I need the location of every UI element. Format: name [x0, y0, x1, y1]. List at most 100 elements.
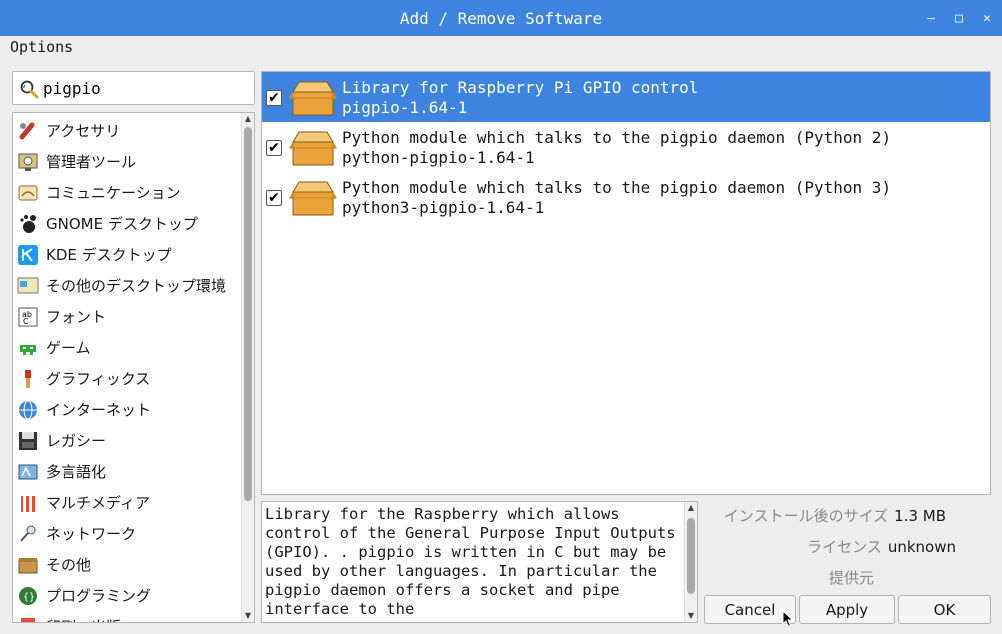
communication-icon: [16, 181, 40, 205]
category-label: その他のデスクトップ環境: [46, 277, 227, 295]
window-controls: – □ ✕: [924, 0, 994, 36]
category-item[interactable]: インターネット: [13, 394, 242, 425]
provider-row: 提供元: [829, 567, 880, 589]
category-label: GNOME デスクトップ: [46, 215, 198, 233]
category-item[interactable]: ゲーム: [13, 332, 242, 363]
package-box-icon: [289, 78, 337, 118]
category-item[interactable]: その他: [13, 549, 242, 580]
game-icon: [16, 336, 40, 360]
license-row: ライセンス unknown: [807, 536, 956, 558]
description-scrollbar[interactable]: ▲ ▼: [684, 502, 697, 622]
menu-options[interactable]: Options: [10, 38, 73, 56]
category-item[interactable]: ab C フォント: [13, 301, 242, 332]
category-item[interactable]: 印刷・出版: [13, 611, 242, 622]
package-summary: Python module which talks to the pigpio …: [342, 178, 892, 197]
package-id: python-pigpio-1.64-1: [342, 148, 535, 167]
network-icon: [16, 522, 40, 546]
search-input[interactable]: [43, 77, 248, 99]
mouse-cursor-icon: [782, 610, 794, 628]
menu-bar: Options: [0, 36, 1002, 60]
category-item[interactable]: レガシー: [13, 425, 242, 456]
category-label: 印刷・出版: [46, 616, 121, 622]
provider-label: 提供元: [828, 569, 874, 587]
accessories-icon: [16, 119, 40, 143]
gnome-icon: [16, 212, 40, 236]
package-checkbox[interactable]: ✔: [266, 190, 282, 206]
category-label: マルチメディア: [46, 494, 150, 512]
installed-size-row: インストール後のサイズ 1.3 MB: [724, 505, 946, 527]
package-row[interactable]: ✔ Python module which talks to the pigpio…: [262, 122, 990, 172]
category-item[interactable]: GNOME デスクトップ: [13, 208, 242, 239]
scroll-down-icon[interactable]: ▼: [685, 610, 697, 622]
package-summary: Python module which talks to the pigpio …: [342, 128, 892, 147]
legacy-icon: [16, 429, 40, 453]
graphics-icon: [16, 367, 40, 391]
category-item[interactable]: KDE デスクトップ: [13, 239, 242, 270]
category-item[interactable]: 管理者ツール: [13, 146, 242, 177]
category-scrollbar[interactable]: ▲ ▼: [241, 113, 254, 622]
svg-text:{}: {}: [23, 592, 35, 603]
package-summary: Library for Raspberry Pi GPIO control: [342, 78, 699, 97]
internet-icon: [16, 398, 40, 422]
scroll-thumb[interactable]: [687, 518, 695, 594]
scroll-up-icon[interactable]: ▲: [685, 502, 697, 514]
scroll-thumb[interactable]: [244, 127, 252, 501]
license-value: unknown: [887, 538, 956, 556]
package-id: python3-pigpio-1.64-1: [342, 198, 545, 217]
package-checkbox[interactable]: ✔: [266, 90, 282, 106]
window-title: Add / Remove Software: [399, 8, 603, 28]
font-icon: ab C: [16, 305, 40, 329]
package-list[interactable]: ✔ Library for Raspberry Pi GPIO control pi…: [261, 71, 991, 495]
localization-icon: [16, 460, 40, 484]
category-item[interactable]: グラフィックス: [13, 363, 242, 394]
programming-icon: {}: [16, 584, 40, 608]
category-item[interactable]: コミュニケーション: [13, 177, 242, 208]
category-label: KDE デスクトップ: [46, 246, 172, 264]
category-item[interactable]: ネットワーク: [13, 518, 242, 549]
package-description: Library for the Raspberry which allows c…: [261, 501, 698, 623]
package-row[interactable]: ✔ Library for Raspberry Pi GPIO control pi…: [262, 72, 990, 122]
category-label: ネットワーク: [46, 525, 137, 543]
package-row[interactable]: ✔ Python module which talks to the pigpio…: [262, 172, 990, 222]
category-label: コミュニケーション: [46, 184, 181, 202]
minimize-icon[interactable]: –: [924, 11, 938, 26]
package-box-icon: [289, 128, 337, 168]
category-item[interactable]: {} プログラミング: [13, 580, 242, 611]
svg-text:C: C: [23, 317, 29, 326]
search-icon: [20, 80, 39, 99]
kde-icon: [16, 243, 40, 267]
ok-button[interactable]: OK: [898, 595, 991, 624]
search-box[interactable]: [12, 71, 255, 105]
scroll-down-icon[interactable]: ▼: [242, 610, 254, 622]
category-label: 多言語化: [46, 463, 107, 481]
category-label: グラフィックス: [46, 370, 151, 388]
installed-size-label: インストール後のサイズ: [723, 507, 889, 525]
package-checkbox[interactable]: ✔: [266, 140, 282, 156]
multimedia-icon: [16, 491, 40, 515]
category-label: アクセサリ: [46, 122, 121, 140]
installed-size-value: 1.3 MB: [894, 507, 946, 525]
package-box-icon: [289, 178, 337, 218]
package-id: pigpio-1.64-1: [342, 98, 468, 117]
category-label: 管理者ツール: [46, 153, 137, 171]
category-item[interactable]: アクセサリ: [13, 115, 242, 146]
category-list[interactable]: アクセサリ管理者ツールコミュニケーション GNOME デスクトップ KDE デスクト…: [12, 112, 255, 623]
category-label: ゲーム: [46, 339, 91, 357]
category-label: その他: [46, 556, 92, 574]
category-item[interactable]: 多言語化: [13, 456, 242, 487]
category-label: インターネット: [46, 401, 152, 419]
category-label: レガシー: [46, 432, 107, 450]
other-desktop-icon: [16, 274, 40, 298]
other-icon: [16, 553, 40, 577]
maximize-icon[interactable]: □: [952, 11, 966, 26]
apply-button[interactable]: Apply: [799, 595, 895, 624]
close-icon[interactable]: ✕: [980, 11, 994, 26]
publishing-icon: [16, 615, 40, 622]
admin-tools-icon: [16, 150, 40, 174]
scroll-up-icon[interactable]: ▲: [242, 113, 254, 125]
category-label: プログラミング: [46, 587, 152, 605]
category-item[interactable]: マルチメディア: [13, 487, 242, 518]
category-label: フォント: [46, 308, 107, 326]
title-bar: Add / Remove Software – □ ✕: [0, 0, 1002, 36]
category-item[interactable]: その他のデスクトップ環境: [13, 270, 242, 301]
